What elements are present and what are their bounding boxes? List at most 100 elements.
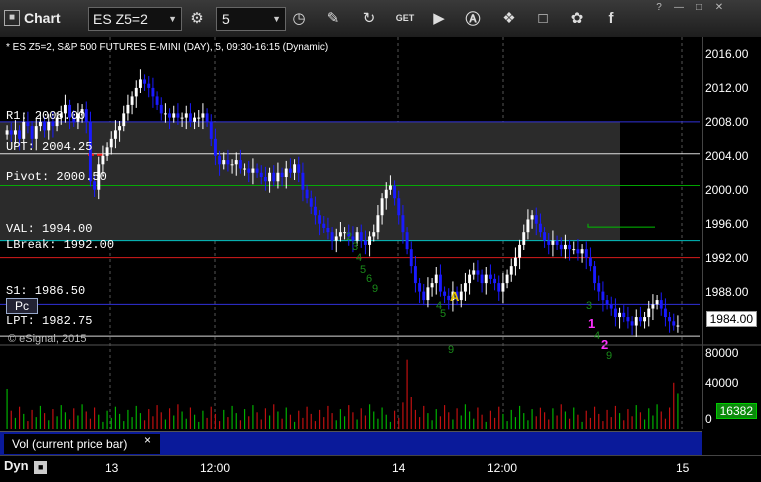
- candle-body: [255, 168, 259, 173]
- candle-body: [22, 121, 26, 139]
- candle-body: [163, 113, 167, 115]
- candle-body: [355, 232, 359, 241]
- volume-panel-label: Vol (current price bar) ×: [0, 431, 702, 456]
- candle-body: [197, 117, 201, 119]
- time-tick-label: 13: [105, 461, 119, 475]
- candle-body: [622, 312, 626, 318]
- candle-body: [488, 274, 492, 279]
- pencil-icon[interactable]: ✎: [322, 7, 344, 29]
- candle-body: [522, 232, 526, 245]
- candle-body: [430, 283, 434, 288]
- help-button[interactable]: ?: [650, 0, 668, 14]
- candle-body: [476, 270, 480, 275]
- price-tick-label: 1992.00: [705, 250, 749, 265]
- comment-icon[interactable]: □: [532, 7, 554, 29]
- candle-body: [84, 109, 88, 122]
- candle-body: [443, 291, 447, 296]
- volume-label-tab[interactable]: Vol (current price bar): [4, 434, 160, 454]
- clock-icon[interactable]: ◷: [288, 7, 310, 29]
- candle-body: [138, 79, 142, 88]
- candle-body: [5, 130, 9, 135]
- price-tick-label: 1988.00: [705, 284, 749, 299]
- candle-body: [372, 232, 376, 237]
- price-tick-label: 2004.00: [705, 148, 749, 163]
- candle-body: [584, 249, 588, 258]
- candle-body: [272, 172, 276, 182]
- a-marker: A: [450, 289, 460, 304]
- candle-body: [184, 113, 188, 118]
- chart-icon: ■: [4, 10, 20, 26]
- candle-body: [438, 274, 442, 292]
- tag-icon[interactable]: ❖: [498, 7, 520, 29]
- facebook-icon[interactable]: f: [600, 7, 622, 29]
- lock-icon[interactable]: ■: [34, 461, 48, 474]
- candle-body: [230, 164, 234, 166]
- symbol-dropdown-icon[interactable]: ▼: [168, 14, 181, 24]
- pc-badge[interactable]: Pc: [6, 298, 38, 314]
- candle-body: [247, 168, 251, 173]
- level-label-val: VAL: 1994.00: [6, 222, 93, 236]
- candle-body: [501, 283, 505, 292]
- candle-body: [376, 215, 380, 233]
- current-volume-badge: 16382: [715, 403, 757, 419]
- candle-body: [130, 96, 134, 105]
- candle-body: [397, 198, 401, 216]
- candle-body: [463, 283, 467, 292]
- candle-body: [626, 317, 630, 322]
- time-axis[interactable]: 13 12:00 14 12:00 15: [0, 455, 761, 482]
- refresh-icon[interactable]: ↻: [358, 7, 380, 29]
- candle-body: [663, 308, 667, 318]
- candle-body: [338, 232, 342, 237]
- candle-body: [651, 304, 655, 309]
- symbol-input[interactable]: ES Z5=2 ▼: [88, 7, 182, 31]
- interval-dropdown-icon[interactable]: ▼: [272, 14, 285, 24]
- level-label-pivot: Pivot: 2000.50: [6, 170, 107, 184]
- candle-body: [126, 104, 130, 114]
- candle-body: [305, 189, 309, 199]
- app-title: Chart: [24, 10, 61, 26]
- price-chart[interactable]: 234569459349A12: [0, 37, 761, 481]
- interval-input[interactable]: 5 ▼: [216, 7, 286, 31]
- candle-body: [434, 274, 438, 284]
- candle-body: [276, 172, 280, 182]
- maximize-button[interactable]: □: [690, 0, 708, 14]
- candle-body: [205, 113, 209, 122]
- candle-body: [538, 223, 542, 233]
- candle-body: [630, 321, 634, 326]
- settings-icon[interactable]: ⚙: [186, 7, 208, 29]
- dyn-button[interactable]: Dyn ■: [4, 458, 48, 474]
- time-tick-label: 12:00: [487, 461, 518, 475]
- price-axis[interactable]: 2016.00 2012.00 2008.00 2004.00 2000.00 1996.…: [702, 37, 761, 351]
- candle-body: [234, 160, 238, 165]
- candle-body: [363, 240, 367, 245]
- close-button[interactable]: ✕: [710, 0, 728, 14]
- candle-body: [593, 266, 597, 284]
- candle-body: [168, 113, 172, 118]
- candle-body: [647, 308, 651, 318]
- symbol-value: ES Z5=2: [93, 11, 148, 27]
- candle-body: [309, 198, 313, 207]
- level-label-lbreak: LBreak: 1992.00: [6, 238, 115, 252]
- play-icon[interactable]: ▶: [428, 7, 450, 29]
- twitter-icon[interactable]: ✿: [566, 7, 588, 29]
- marker-1: 1: [588, 316, 595, 331]
- get-icon[interactable]: GET: [394, 7, 416, 29]
- count-label: 3: [586, 300, 592, 312]
- candle-body: [13, 130, 17, 135]
- candle-body: [151, 87, 155, 97]
- a-icon[interactable]: Ⓐ: [462, 7, 484, 29]
- candle-body: [634, 317, 638, 326]
- candle-body: [243, 168, 247, 170]
- candle-body: [9, 130, 13, 135]
- candle-body: [251, 168, 255, 173]
- candle-body: [113, 130, 117, 139]
- candle-body: [530, 215, 534, 220]
- candle-body: [288, 168, 292, 173]
- candle-body: [638, 317, 642, 322]
- count-label: 4: [356, 252, 362, 264]
- close-icon[interactable]: ×: [144, 433, 151, 447]
- minimize-button[interactable]: —: [670, 0, 688, 14]
- candle-body: [668, 317, 672, 322]
- candle-body: [368, 236, 372, 245]
- candle-body: [30, 126, 34, 139]
